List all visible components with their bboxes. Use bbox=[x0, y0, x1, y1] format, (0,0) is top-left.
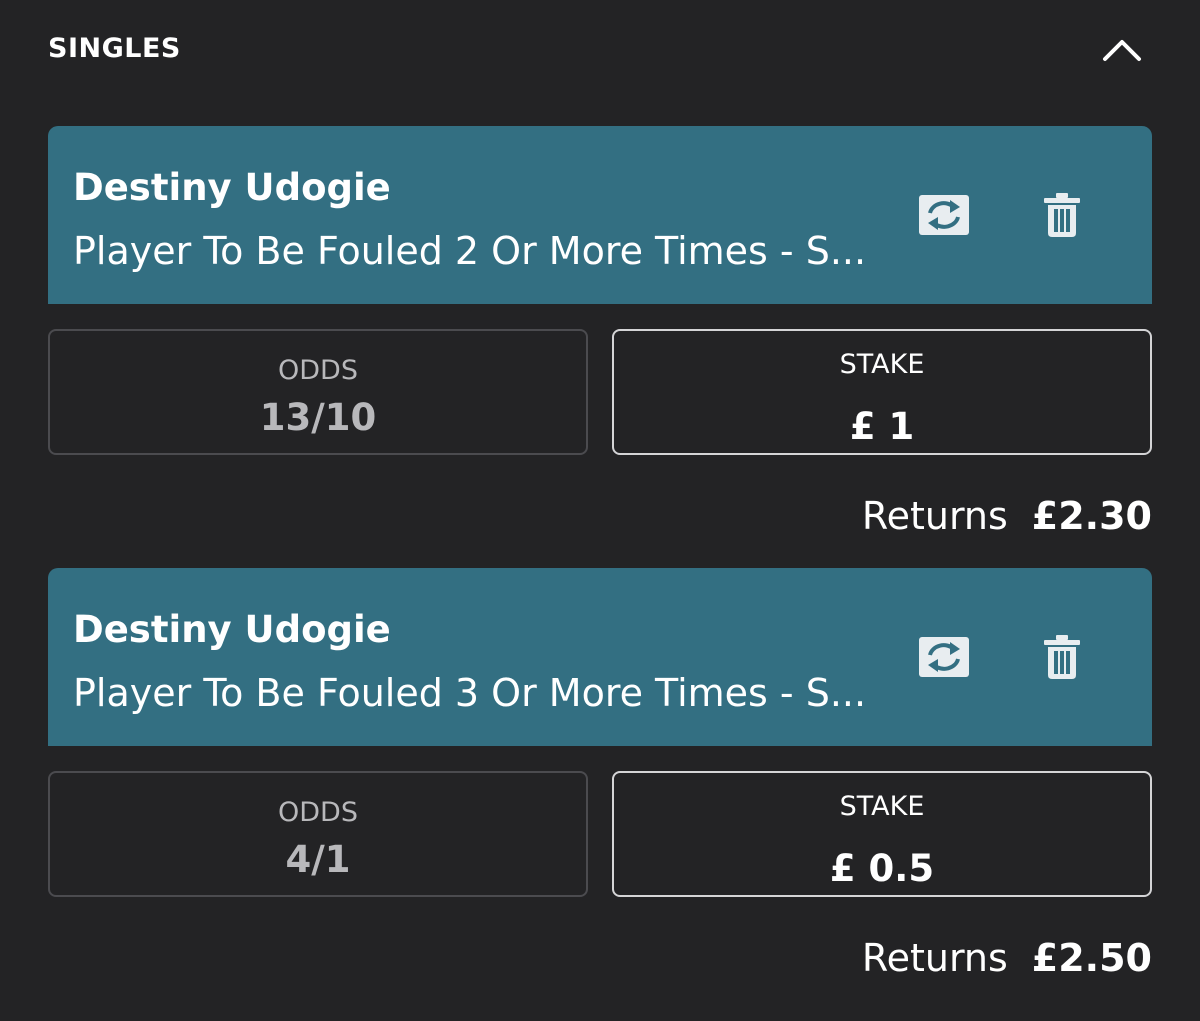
bet-player-name: Destiny Udogie bbox=[73, 166, 391, 209]
odds-value: 13/10 bbox=[259, 396, 377, 439]
odds-value: 4/1 bbox=[285, 838, 351, 881]
returns-value: £2.50 bbox=[1031, 936, 1152, 980]
odds-box: ODDS 4/1 bbox=[48, 771, 588, 897]
swap-button[interactable] bbox=[918, 194, 970, 236]
stake-value: £ 1 bbox=[849, 405, 915, 448]
returns-label: Returns bbox=[861, 494, 1008, 538]
bet-slip-item: Destiny Udogie Player To Be Fouled 3 Or … bbox=[48, 568, 1152, 980]
stake-label: STAKE bbox=[839, 349, 925, 380]
returns-value: £2.30 bbox=[1031, 494, 1152, 538]
returns-label: Returns bbox=[861, 936, 1008, 980]
bet-slip-item: Destiny Udogie Player To Be Fouled 2 Or … bbox=[48, 126, 1152, 538]
stake-value: £ 0.5 bbox=[829, 847, 935, 890]
stake-input[interactable]: STAKE £ 1 bbox=[612, 329, 1152, 455]
returns-row: Returns £2.50 bbox=[862, 936, 1152, 980]
delete-button[interactable] bbox=[1042, 192, 1082, 238]
bet-selection-header: Destiny Udogie Player To Be Fouled 2 Or … bbox=[48, 126, 1152, 304]
bet-market-name: Player To Be Fouled 3 Or More Times - S.… bbox=[73, 671, 867, 715]
bet-market-name: Player To Be Fouled 2 Or More Times - S.… bbox=[73, 229, 867, 273]
odds-label: ODDS bbox=[278, 797, 358, 828]
singles-section-header: SINGLES bbox=[48, 0, 1152, 100]
swap-icon bbox=[919, 637, 969, 677]
collapse-button[interactable] bbox=[1102, 30, 1142, 70]
trash-icon bbox=[1044, 193, 1080, 237]
odds-box: ODDS 13/10 bbox=[48, 329, 588, 455]
trash-icon bbox=[1044, 635, 1080, 679]
section-title: SINGLES bbox=[48, 33, 181, 64]
delete-button[interactable] bbox=[1042, 634, 1082, 680]
bet-player-name: Destiny Udogie bbox=[73, 608, 391, 651]
swap-icon bbox=[919, 195, 969, 235]
stake-label: STAKE bbox=[839, 791, 925, 822]
chevron-up-icon bbox=[1103, 40, 1141, 61]
returns-row: Returns £2.30 bbox=[862, 494, 1152, 538]
swap-button[interactable] bbox=[918, 636, 970, 678]
odds-label: ODDS bbox=[278, 355, 358, 386]
stake-input[interactable]: STAKE £ 0.5 bbox=[612, 771, 1152, 897]
bet-selection-header: Destiny Udogie Player To Be Fouled 3 Or … bbox=[48, 568, 1152, 746]
